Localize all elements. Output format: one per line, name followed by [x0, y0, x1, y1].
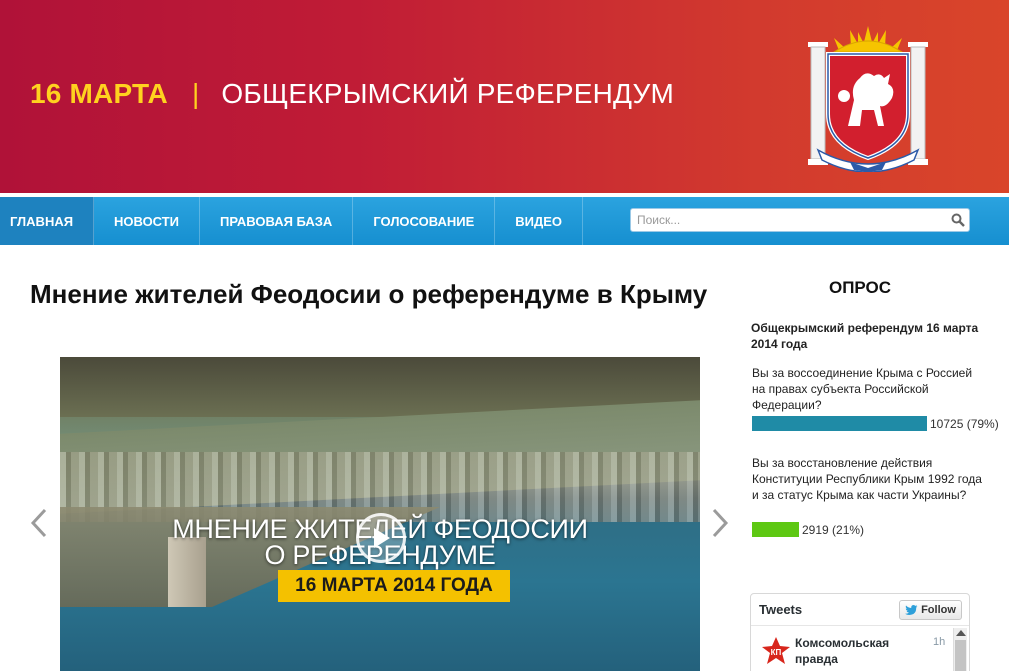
play-button[interactable] [356, 513, 406, 563]
tweets-scrollbar[interactable] [953, 628, 967, 671]
poll-question-1: Вы за воссоединение Крыма с Россией на п… [752, 366, 973, 412]
follow-label: Follow [921, 604, 956, 616]
video-player[interactable]: МНЕНИЕ ЖИТЕЛЕЙ ФЕОДОСИИ О РЕФЕРЕНДУМЕ 16… [60, 357, 700, 671]
referendum-title: ОБЩЕКРЫМСКИЙ РЕФЕРЕНДУМ [221, 78, 675, 109]
banner-title: 16 МАРТА | ОБЩЕКРЫМСКИЙ РЕФЕРЕНДУМ [30, 74, 674, 114]
chevron-left-icon[interactable] [28, 505, 50, 541]
article-title: Мнение жителей Феодосии о референдуме в … [30, 279, 708, 309]
header-banner: 16 МАРТА | ОБЩЕКРЫМСКИЙ РЕФЕРЕНДУМ [0, 0, 1009, 193]
scrollbar-thumb[interactable] [955, 640, 966, 671]
tweet-author[interactable]: Комсомольская правда [795, 635, 925, 667]
poll-result-2: 2919 (21%) [752, 522, 864, 537]
scroll-up-arrow-icon[interactable] [956, 630, 966, 636]
poll-result-1-label: 10725 (79%) [930, 416, 999, 431]
search-box [630, 208, 970, 232]
twitter-bird-icon [905, 604, 918, 615]
search-icon[interactable] [947, 209, 969, 231]
tweets-title: Tweets [759, 602, 803, 617]
title-separator: | [191, 78, 200, 109]
tweets-header: Tweets Follow [751, 594, 969, 626]
play-icon [374, 528, 390, 548]
poll-bar-2 [752, 522, 799, 537]
referendum-date: 16 МАРТА [30, 78, 168, 109]
crimea-coat-of-arms-icon [808, 26, 928, 172]
tweets-widget: Tweets Follow КП Комсомольская правда 1h [750, 593, 970, 671]
poll-result-1: 10725 (79%) [752, 416, 999, 431]
main-navigation: ГЛАВНАЯ НОВОСТИ ПРАВОВАЯ БАЗА ГОЛОСОВАНИ… [0, 197, 1009, 245]
kp-logo-icon[interactable]: КП [761, 636, 791, 666]
poll-title: Общекрымский референдум 16 марта 2014 го… [751, 321, 979, 351]
follow-button[interactable]: Follow [899, 600, 962, 620]
nav-item-news[interactable]: НОВОСТИ [94, 197, 201, 245]
poll-bar-1 [752, 416, 927, 431]
search-input[interactable] [631, 210, 947, 230]
poll-question-2: Вы за восстановление действия Конституци… [752, 456, 982, 502]
nav-item-voting[interactable]: ГОЛОСОВАНИЕ [353, 197, 496, 245]
nav-item-video[interactable]: ВИДЕО [495, 197, 584, 245]
poll-result-2-label: 2919 (21%) [802, 522, 865, 537]
nav-item-home[interactable]: ГЛАВНАЯ [0, 197, 94, 245]
poll-heading: ОПРОС [828, 278, 892, 297]
svg-text:КП: КП [771, 648, 782, 657]
nav-item-legal-base[interactable]: ПРАВОВАЯ БАЗА [200, 197, 354, 245]
chevron-right-icon[interactable] [709, 505, 731, 541]
tweet-time[interactable]: 1h [933, 636, 945, 648]
video-date-banner: 16 МАРТА 2014 ГОДА [278, 570, 510, 602]
